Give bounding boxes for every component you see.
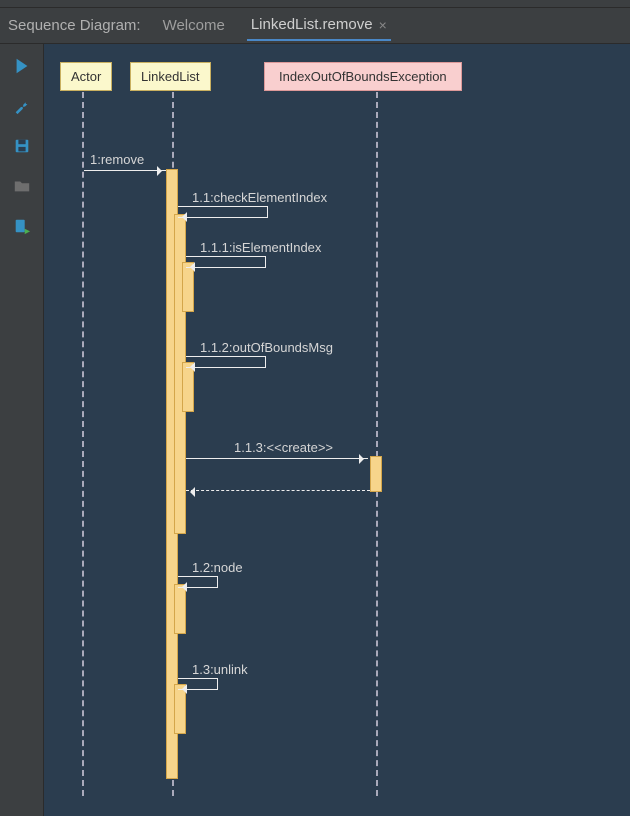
tab-bar: Sequence Diagram: Welcome LinkedList.rem… [0, 8, 630, 44]
export-icon[interactable] [12, 216, 32, 236]
message-unlink: 1.3:unlink [192, 662, 248, 677]
selfcall-iselementindex [186, 256, 266, 268]
tab-label: LinkedList.remove [251, 16, 373, 33]
tab-linkedlist-remove[interactable]: LinkedList.remove × [247, 10, 391, 41]
tab-welcome[interactable]: Welcome [159, 11, 229, 40]
message-create: 1.1.3:<<create>> [234, 440, 333, 455]
wrench-icon[interactable] [12, 96, 32, 116]
folder-icon[interactable] [12, 176, 32, 196]
tab-label: Welcome [163, 17, 225, 34]
selfcall-node [178, 576, 218, 588]
close-icon[interactable]: × [379, 17, 387, 33]
message-iselementindex: 1.1.1:isElementIndex [200, 240, 321, 255]
selfcall-checkelementindex [178, 206, 268, 218]
selfcall-outofboundsmsg [186, 356, 266, 368]
save-icon[interactable] [12, 136, 32, 156]
cropped-header [0, 0, 630, 8]
arrow-create-return [186, 490, 370, 491]
sequence-diagram[interactable]: Actor LinkedList IndexOutOfBoundsExcepti… [44, 44, 630, 816]
message-node: 1.2:node [192, 560, 243, 575]
toolbar-sidebar [0, 44, 44, 816]
message-outofboundsmsg: 1.1.2:outOfBoundsMsg [200, 340, 333, 355]
arrow-create [186, 458, 368, 459]
activation-exception [370, 456, 382, 492]
participant-exception[interactable]: IndexOutOfBoundsException [264, 62, 462, 91]
panel-title: Sequence Diagram: [8, 17, 141, 34]
message-remove: 1:remove [90, 152, 144, 167]
message-checkelementindex: 1.1:checkElementIndex [192, 190, 327, 205]
play-icon[interactable] [12, 56, 32, 76]
participant-actor[interactable]: Actor [60, 62, 112, 91]
selfcall-unlink [178, 678, 218, 690]
lifeline-actor [82, 92, 84, 796]
arrow-remove [84, 170, 166, 171]
lifeline-exception [376, 92, 378, 796]
participant-linkedlist[interactable]: LinkedList [130, 62, 211, 91]
